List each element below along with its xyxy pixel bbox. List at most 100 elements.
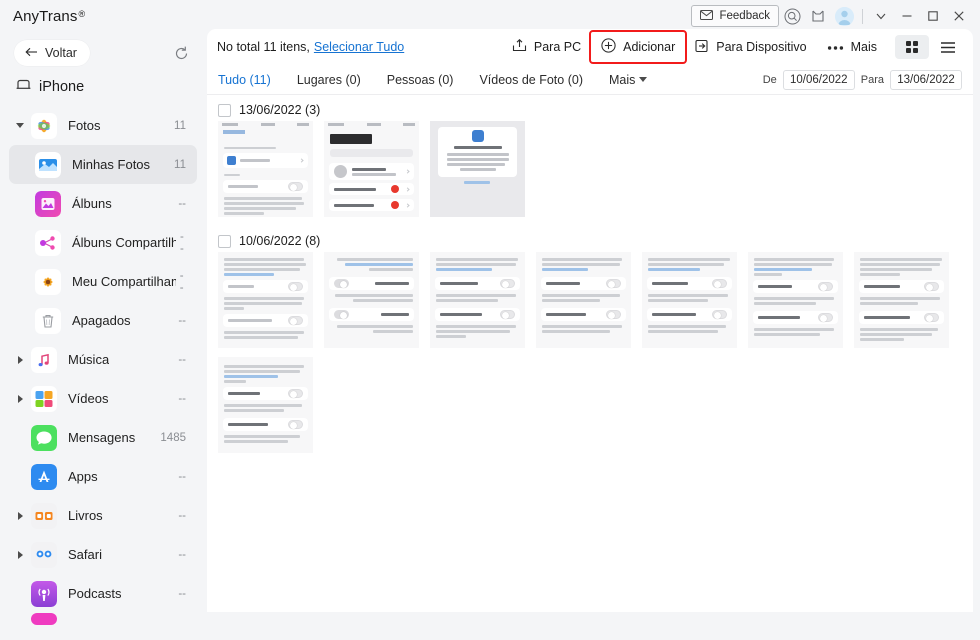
tab-pessoas[interactable]: Pessoas (0) (387, 73, 454, 87)
chevron-down-icon[interactable] (868, 3, 894, 29)
sidebar-nav: Fotos 11 Minhas Fotos 11 Álbuns -- Álbun… (0, 106, 206, 625)
photo-thumbnail[interactable] (536, 252, 631, 348)
filter-more-dropdown[interactable]: Mais (608, 72, 648, 87)
maximize-icon[interactable] (920, 3, 946, 29)
search-icon[interactable] (779, 3, 805, 29)
chevron-right-icon[interactable] (11, 355, 29, 364)
tab-videos-de-foto[interactable]: Vídeos de Foto (0) (479, 73, 583, 87)
app-title: AnyTrans (13, 7, 78, 25)
group-header-2: 10/06/2022 (8) (218, 226, 973, 252)
chevron-down-icon (639, 77, 648, 82)
account-avatar-image (834, 6, 854, 26)
to-pc-label: Para PC (533, 40, 582, 54)
gift-icon[interactable] (805, 3, 831, 29)
sidebar-item-count: -- (178, 548, 186, 561)
sidebar-item-safari[interactable]: Safari -- (9, 535, 197, 574)
sidebar-item-musica[interactable]: Música -- (9, 340, 197, 379)
feedback-label: Feedback (719, 10, 770, 22)
sidebar-item-count: -- (178, 470, 186, 483)
sidebar-item-count: -- (179, 230, 184, 255)
tab-lugares[interactable]: Lugares (0) (297, 73, 361, 87)
filter-more-label: Mais (608, 72, 636, 87)
photo-thumbnail[interactable] (748, 252, 843, 348)
sidebar-item-label: Minhas Fotos (72, 157, 151, 172)
date-from-input[interactable]: 10/06/2022 (782, 69, 855, 90)
sidebar-item-count: -- (178, 587, 186, 600)
sidebar-item-podcasts[interactable]: Podcasts -- (9, 574, 197, 613)
screenshot-preview (218, 252, 313, 348)
refresh-icon[interactable] (170, 42, 192, 64)
my-sharing-icon (35, 268, 61, 295)
chevron-down-icon[interactable] (11, 123, 29, 128)
sidebar-item-count: 11 (174, 119, 186, 132)
back-button[interactable]: Voltar (14, 40, 90, 66)
title-bar: AnyTrans ® Feedback (0, 0, 980, 32)
photo-thumbnail[interactable] (218, 357, 313, 453)
group-checkbox[interactable] (218, 103, 231, 117)
sidebar-item-apagados[interactable]: Apagados -- (9, 301, 197, 340)
photo-thumbnail[interactable] (642, 252, 737, 348)
date-to-input[interactable]: 13/06/2022 (890, 69, 962, 90)
sidebar-item-livros[interactable]: Livros -- (9, 496, 197, 535)
sidebar-item-apps[interactable]: Apps -- (9, 457, 197, 496)
screenshot-preview (748, 252, 843, 348)
sidebar-item-mensagens[interactable]: Mensagens 1485 (9, 418, 197, 457)
photo-thumbnail[interactable] (218, 121, 313, 217)
avatar[interactable] (831, 3, 857, 29)
sidebar-item-albuns[interactable]: Álbuns -- (9, 184, 197, 223)
sidebar-item-count: -- (178, 353, 186, 366)
screenshot-preview (430, 121, 525, 217)
sidebar-item-label: Livros (68, 508, 103, 523)
sidebar-item-label: Fotos (68, 118, 101, 133)
feedback-button[interactable]: Feedback (691, 5, 779, 27)
sidebar-item-meu-compartilhamento[interactable]: Meu Compartilhame... -- (9, 262, 197, 301)
grid-view-button[interactable] (895, 35, 929, 59)
photo-thumbnail[interactable] (324, 121, 419, 217)
to-device-button[interactable]: Para Dispositivo (685, 32, 816, 62)
more-button[interactable]: Mais (817, 32, 887, 62)
screenshot-preview (324, 252, 419, 348)
more-label: Mais (850, 40, 877, 54)
sidebar-item-label: Apps (68, 469, 98, 484)
sidebar-item-fotos[interactable]: Fotos 11 (9, 106, 197, 145)
photo-thumbnail[interactable] (854, 252, 949, 348)
minimize-icon[interactable] (894, 3, 920, 29)
tab-tudo[interactable]: Tudo (11) (218, 73, 271, 87)
sidebar-item-minhas-fotos[interactable]: Minhas Fotos 11 (9, 145, 197, 184)
sidebar-item-count: -- (178, 509, 186, 522)
add-button[interactable]: Adicionar (589, 30, 688, 64)
messages-icon (31, 424, 57, 451)
safari-icon (31, 541, 57, 568)
sidebar-item-count: -- (178, 197, 186, 210)
plus-circle-icon (601, 38, 616, 56)
photo-thumbnail[interactable] (218, 252, 313, 348)
sidebar-item-albuns-compartilhados[interactable]: Álbuns Compartilhad... -- (9, 223, 197, 262)
sidebar-item-partial[interactable] (9, 613, 197, 625)
sidebar-item-label: Apagados (72, 313, 131, 328)
main-panel: No total 11 itens, Selecionar Tudo Para … (207, 29, 973, 612)
device-row[interactable]: iPhone (0, 74, 206, 106)
close-icon[interactable] (946, 3, 972, 29)
photo-thumbnail[interactable] (430, 121, 525, 217)
chevron-right-icon[interactable] (11, 550, 29, 559)
back-label: Voltar (45, 46, 77, 60)
screenshot-preview (218, 121, 313, 217)
photo-thumbnail[interactable] (324, 252, 419, 348)
screenshot-preview (430, 252, 525, 348)
screenshot-preview (218, 357, 313, 453)
chevron-right-icon[interactable] (11, 511, 29, 520)
chevron-right-icon[interactable] (11, 394, 29, 403)
sidebar-item-videos[interactable]: Vídeos -- (9, 379, 197, 418)
group-checkbox[interactable] (218, 234, 231, 248)
app-brand: AnyTrans ® (13, 8, 85, 25)
sidebar-item-label: Meu Compartilhame... (72, 274, 176, 289)
toolbar-actions: Para PC Adicionar Para Dispositivo Mais (502, 30, 973, 64)
list-view-button[interactable] (931, 35, 965, 59)
select-all-link[interactable]: Selecionar Tudo (314, 40, 404, 54)
to-pc-button[interactable]: Para PC (502, 32, 591, 62)
sidebar-item-count: -- (178, 392, 186, 405)
photo-thumbnail[interactable] (430, 252, 525, 348)
sidebar-item-label: Podcasts (68, 586, 122, 601)
thumb-group-2 (218, 252, 973, 462)
shared-albums-icon (35, 229, 61, 256)
